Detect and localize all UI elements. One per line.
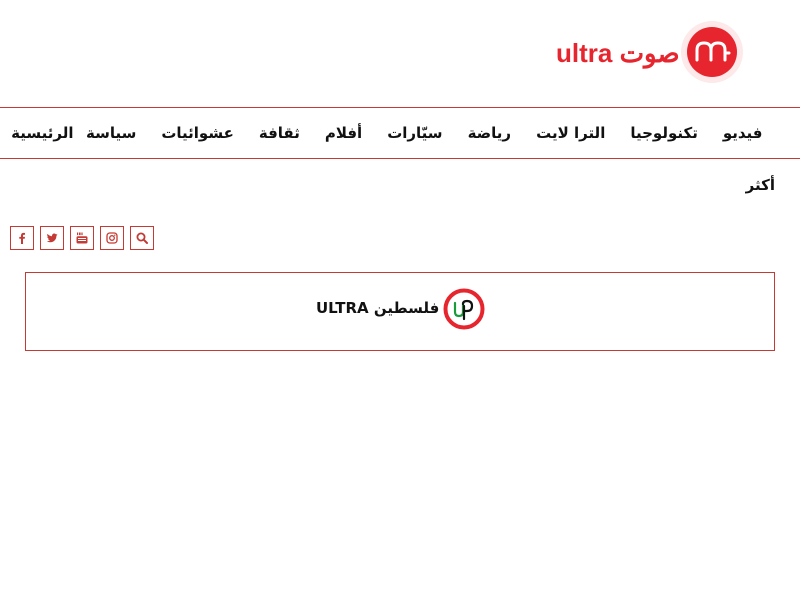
social-icons [10, 226, 154, 250]
nav-item-cars[interactable]: سيّارات [375, 124, 455, 142]
promo-text: فلسطين ULTRA [316, 299, 440, 317]
search-button[interactable] [130, 226, 154, 250]
search-icon [136, 232, 148, 244]
ultra-palestine-banner[interactable]: فلسطين ULTRA [25, 272, 775, 351]
main-nav: الرئيسية سياسة عشوائيات ثقافة أفلام سيّا… [0, 107, 800, 159]
ultra-sawt-logo-icon [681, 21, 743, 83]
facebook-button[interactable] [10, 226, 34, 250]
twitter-button[interactable] [40, 226, 64, 250]
nav-item-technology[interactable]: تكنولوجيا [618, 124, 711, 142]
instagram-button[interactable] [100, 226, 124, 250]
nav-item-home[interactable]: الرئيسية [0, 124, 73, 142]
page: ultra صوت الرئيسية سياسة عشوائيات ثقافة … [0, 0, 800, 600]
nav-item-politics[interactable]: سياسة [73, 124, 148, 142]
nav-item-ultra-light[interactable]: الترا لايت [524, 124, 618, 142]
twitter-icon [46, 233, 58, 243]
facebook-icon [19, 232, 25, 244]
logo-text: ultra صوت [556, 38, 680, 68]
instagram-icon [106, 232, 118, 244]
nav-item-video[interactable]: فيديو [710, 124, 775, 142]
nav-item-slums[interactable]: عشوائيات [149, 124, 247, 142]
nav-list: الرئيسية سياسة عشوائيات ثقافة أفلام سيّا… [0, 108, 775, 158]
youtube-icon [76, 232, 88, 244]
ultra-palestine-logo-icon [443, 288, 485, 330]
site-logo[interactable]: ultra صوت [556, 20, 746, 84]
more-menu[interactable]: أكثر [746, 176, 775, 194]
site-header: ultra صوت [0, 0, 800, 107]
nav-item-culture[interactable]: ثقافة [246, 124, 312, 142]
nav-item-movies[interactable]: أفلام [312, 124, 374, 142]
nav-item-sports[interactable]: رياضة [455, 124, 524, 142]
promo-content: فلسطين ULTRA [316, 288, 486, 332]
youtube-button[interactable] [70, 226, 94, 250]
